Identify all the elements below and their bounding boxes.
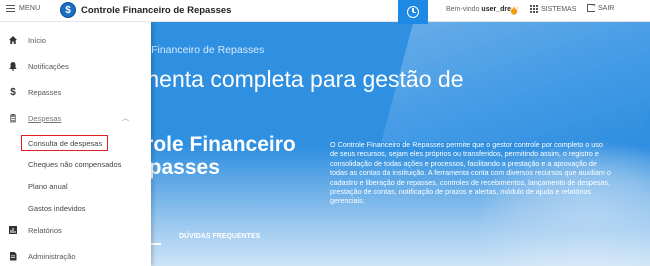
sidebar-item-despesas[interactable]: Despesas ︿ [0, 108, 151, 128]
tab-active[interactable] [151, 229, 161, 245]
menu-button[interactable]: MENU [6, 5, 40, 12]
grid-icon [530, 5, 538, 13]
dollar-logo-icon: $ [60, 2, 76, 18]
exit-label: SAIR [598, 4, 615, 12]
hero-product-line-1: rrole Financeiro [151, 133, 296, 156]
exit-button[interactable]: SAIR [587, 2, 615, 12]
sidebar-item-label: Início [28, 35, 46, 45]
systems-label: SISTEMAS [541, 5, 577, 13]
sidebar-item-relatorios[interactable]: Relatórios [0, 220, 151, 240]
hero-description: O Controle Financeiro de Repasses permit… [330, 140, 611, 206]
alarm-icon[interactable] [509, 3, 519, 15]
sidebar-subitem-gastos[interactable]: Gastos indevidos [0, 198, 151, 218]
sidebar-item-inicio[interactable]: Início [0, 30, 151, 50]
exit-icon [587, 2, 597, 12]
highlight-box [21, 135, 108, 151]
hero-headline: menta completa para gestão de [151, 66, 464, 92]
dollar-icon: $ [10, 86, 16, 98]
sidebar-item-repasses[interactable]: $ Repasses [0, 82, 151, 102]
sidebar-subitem-label: Cheques não compensados [28, 159, 122, 169]
chevron-up-icon[interactable]: ︿ [122, 113, 129, 123]
hamburger-icon [6, 5, 15, 12]
clipboard-icon [8, 113, 18, 123]
document-icon [8, 251, 18, 261]
sidebar-item-label: Notificações [28, 61, 69, 71]
sidebar-item-administracao[interactable]: Administração [0, 246, 151, 266]
sidebar-subitem-label: Plano anual [28, 181, 68, 191]
menu-label: MENU [19, 5, 41, 12]
bar-chart-icon [8, 225, 18, 235]
clock-button[interactable] [398, 0, 428, 24]
systems-button[interactable]: SISTEMAS [530, 5, 576, 13]
hero-subtitle: le Financeiro de Repasses [151, 44, 265, 56]
home-icon [8, 35, 18, 45]
app-title: Controle Financeiro de Repasses [81, 4, 232, 16]
sidebar-subitem-plano-anual[interactable]: Plano anual [0, 176, 151, 196]
welcome-text: Bem-vindo user_dre [446, 6, 511, 13]
bell-icon [8, 61, 18, 71]
hero-product-line-2: epasses [151, 156, 220, 179]
sidebar-subitem-label: Gastos indevidos [28, 203, 86, 213]
hero-product-name: rrole Financeiro epasses [151, 133, 296, 179]
tab-faq[interactable]: DÚVIDAS FREQUENTES [179, 229, 260, 245]
sidebar-item-label: Relatórios [28, 225, 62, 235]
clock-icon [407, 6, 419, 18]
sidebar-item-label: Administração [28, 251, 76, 261]
sidebar-item-label: Despesas [28, 113, 62, 123]
top-bar: MENU $ Controle Financeiro de Repasses B… [0, 0, 650, 24]
brand[interactable]: $ Controle Financeiro de Repasses [60, 2, 231, 18]
sidebar-item-notificacoes[interactable]: Notificações [0, 56, 151, 76]
sidebar-item-label: Repasses [28, 87, 62, 97]
sidebar-subitem-cheques[interactable]: Cheques não compensados [0, 154, 151, 174]
username: user_dre [481, 6, 511, 13]
hero-banner: le Financeiro de Repasses menta completa… [151, 22, 650, 266]
welcome-prefix: Bem-vindo [446, 6, 480, 13]
sidebar: Início Notificações $ Repasses Despesas … [0, 22, 151, 266]
hero-tabs: DÚVIDAS FREQUENTES [151, 229, 260, 245]
